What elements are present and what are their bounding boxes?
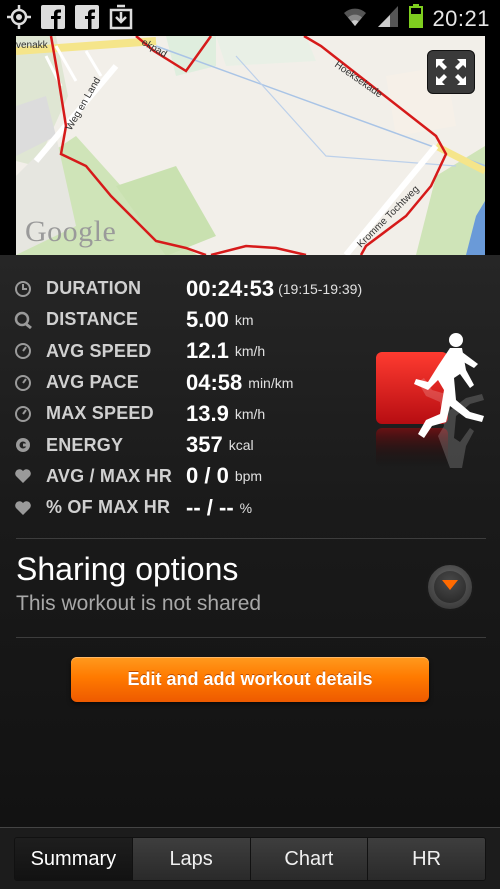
heart-icon (14, 499, 32, 517)
gps-icon (6, 4, 32, 30)
stat-value: 357 (186, 432, 223, 458)
status-bar: 20:21 (0, 0, 500, 35)
gauge-icon (14, 405, 32, 423)
expand-arrows-icon (434, 57, 468, 87)
stat-value: 00:24:53 (186, 275, 275, 301)
route-map[interactable]: Weg en Land Hoeksekade Kromme Tochtweg v… (16, 36, 485, 255)
sharing-status: This workout is not shared (16, 592, 262, 615)
stat-unit: km (234, 311, 254, 328)
wifi-icon (342, 4, 368, 33)
sharing-expand-button[interactable] (426, 563, 474, 611)
facebook-icon (74, 4, 100, 30)
sharing-options[interactable]: Sharing options This workout is not shar… (16, 551, 486, 635)
distance-icon (14, 311, 32, 330)
stat-distance: DISTANCE 5.00 km (14, 304, 414, 335)
stat-value: 5.00 (186, 306, 229, 332)
chevron-down-icon (441, 578, 459, 596)
workout-summary: DURATION 00:24:53 (19:15-19:39) DISTANCE… (0, 255, 500, 827)
fullscreen-button[interactable] (427, 50, 475, 94)
stat-unit: km/h (234, 343, 266, 360)
stat-label: % OF MAX HR (46, 497, 171, 518)
stat-label: AVG PACE (46, 372, 139, 393)
tab-chart[interactable]: Chart (250, 838, 369, 880)
battery-icon (408, 3, 424, 34)
stat-value: 13.9 (186, 400, 229, 426)
stat-label: DURATION (46, 278, 142, 299)
street-label: venakk (16, 40, 49, 51)
stat-max-speed: MAX SPEED 13.9 km/h (14, 398, 414, 429)
energy-icon (14, 436, 32, 454)
stat-avg-pace: AVG PACE 04:58 min/km (14, 367, 414, 398)
gauge-icon (14, 342, 32, 360)
sport-running-icon[interactable] (374, 330, 494, 490)
map-attribution: Google (25, 215, 117, 248)
stat-label: AVG SPEED (46, 340, 152, 361)
stat-value: 04:58 (186, 369, 243, 395)
stat-pct-max-hr: % OF MAX HR -- / -- % (14, 492, 414, 523)
download-icon (108, 4, 134, 30)
stats-list: DURATION 00:24:53 (19:15-19:39) DISTANCE… (14, 273, 414, 523)
heart-icon (14, 467, 32, 485)
stat-unit: kcal (228, 437, 254, 454)
edit-workout-button[interactable]: Edit and add workout details (71, 657, 429, 702)
stat-unit: km/h (234, 405, 266, 422)
signal-icon (376, 4, 400, 33)
stat-avg-speed: AVG SPEED 12.1 km/h (14, 336, 414, 367)
stat-value: -- / -- (186, 494, 234, 520)
stat-unit: % (239, 499, 253, 516)
tab-summary[interactable]: Summary (15, 838, 133, 880)
stat-value: 12.1 (186, 338, 229, 364)
stat-unit: min/km (248, 374, 294, 391)
stat-label: ENERGY (46, 434, 124, 455)
facebook-icon (40, 4, 66, 30)
tab-bar: Summary Laps Chart HR (0, 827, 500, 889)
stat-energy: ENERGY 357 kcal (14, 429, 414, 460)
stat-label: DISTANCE (46, 309, 139, 330)
stat-label: MAX SPEED (46, 403, 154, 424)
divider (16, 538, 486, 539)
stat-duration: DURATION 00:24:53 (19:15-19:39) (14, 273, 414, 304)
tab-laps[interactable]: Laps (132, 838, 251, 880)
clock-icon (14, 280, 32, 298)
tab-hr[interactable]: HR (368, 838, 485, 880)
stat-hr: AVG / MAX HR 0 / 0 bpm (14, 461, 414, 492)
stat-label: AVG / MAX HR (46, 465, 173, 486)
gauge-icon (14, 374, 32, 392)
divider (16, 637, 486, 638)
stat-unit: bpm (234, 468, 263, 485)
stat-time-range: (19:15-19:39) (278, 280, 363, 297)
sharing-title: Sharing options (16, 551, 239, 587)
stat-value: 0 / 0 (186, 463, 229, 489)
clock-time: 20:21 (432, 5, 490, 31)
